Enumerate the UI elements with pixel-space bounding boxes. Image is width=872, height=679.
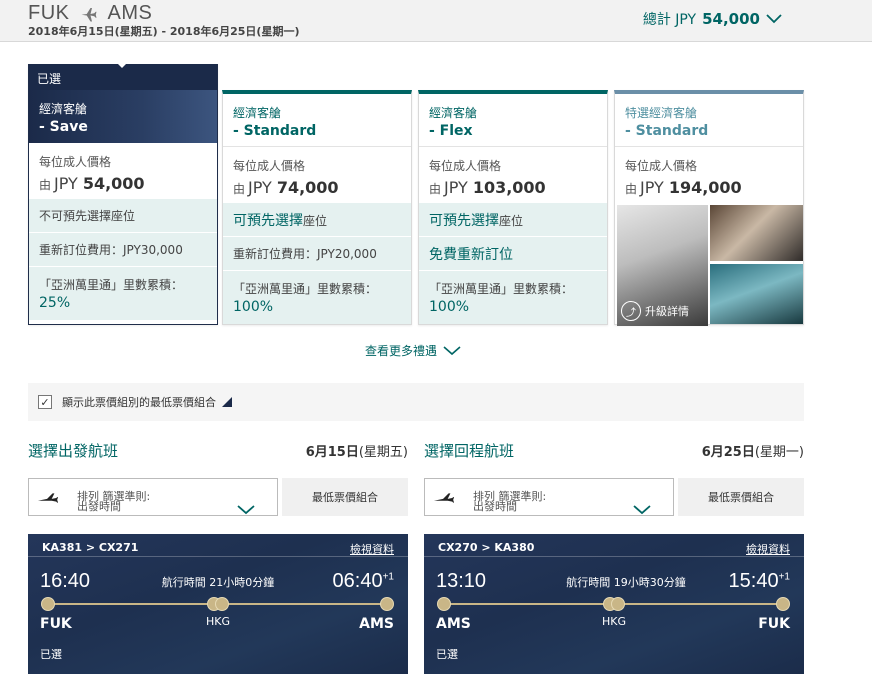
section-date: 6月25日(星期一) (701, 444, 804, 460)
origin-code: AMS (436, 616, 471, 632)
hub-code: HKG (205, 615, 230, 628)
total-price-toggle[interactable]: 總計 JPY 54,000 (643, 9, 782, 29)
chevron-down-icon (766, 14, 782, 24)
fare-price: 每位成人價格 由 JPY 194,000 (625, 159, 742, 197)
total-label: 總計 JPY (642, 12, 697, 28)
origin-dot (41, 597, 55, 611)
see-more-benefits-link[interactable]: 查看更多禮遇 (365, 342, 461, 359)
lowest-combo-filter: ✓ 顯示此票價組別的最低票價組合 (28, 383, 804, 421)
lowest-fare-combo-button[interactable]: 最低票價組合 (282, 478, 408, 516)
outbound-flight-section: 選擇出發航班 6月15日(星期五) 排列 篩選準則: 出發時間 最低票價組合 K… (28, 438, 408, 674)
sort-dropdown[interactable]: 排列 篩選準則: 出發時間 (28, 478, 278, 516)
sort-dropdown[interactable]: 排列 篩選準則: 出發時間 (424, 478, 674, 516)
origin-code: FUK (28, 2, 70, 24)
rebooking-fee-info: 重新訂位費用：JPY20,000 (223, 236, 411, 270)
destination-dot (776, 597, 790, 611)
inbound-flight-section: 選擇回程航班 6月25日(星期一) 排列 篩選準則: 出發時間 最低票價組合 C… (424, 438, 804, 674)
rebooking-fee-info: 重新訂位費用：JPY30,000 (29, 232, 217, 266)
fare-cabin: 經濟客艙 - Save (29, 90, 217, 143)
chevron-down-icon (443, 345, 461, 355)
arrival-time: 15:40+1 (728, 570, 790, 592)
lowest-fare-combo-button[interactable]: 最低票價組合 (678, 478, 804, 516)
chevron-down-icon (237, 505, 255, 515)
fare-card-economy-standard[interactable]: 經濟客艙 - Standard 每位成人價格 由 JPY 74,000 可預先選擇座… (222, 90, 412, 325)
fare-price: 每位成人價格 由 JPY 103,000 (429, 159, 546, 197)
origin-code: FUK (40, 616, 72, 632)
destination-code: FUK (758, 616, 790, 632)
section-title: 選擇回程航班 (424, 441, 515, 460)
seat-selection-info: 可預先選擇座位 (419, 202, 607, 236)
rebooking-fee-info: 免費重新訂位 (419, 236, 607, 270)
flight-card[interactable]: KA381 > CX271 檢視資料 16:40 航行時間 21小時0分鐘 06… (28, 534, 408, 674)
premium-cabin-photos: ⤴ 升級詳情 (615, 202, 803, 326)
seat-selection-info: 可預先選擇座位 (223, 202, 411, 236)
cabin-photo-seats (710, 264, 803, 324)
seat-upgrade-icon: ⤴ (621, 301, 641, 321)
flight-numbers: CX270 > KA380 (438, 541, 535, 554)
corner-triangle-icon (222, 397, 232, 407)
miles-accrual-info: 「亞洲萬里通」里數累積： 25% (29, 266, 217, 320)
hub-dot (611, 597, 625, 611)
fare-card-economy-save[interactable]: 已選 經濟客艙 - Save 每位成人價格 由 JPY 54,000 不可預先選擇座… (28, 63, 218, 325)
arrival-time: 06:40+1 (332, 570, 394, 592)
cabin-photo-meal (710, 205, 803, 261)
miles-accrual-info: 「亞洲萬里通」里數累積： 100% (223, 270, 411, 324)
fare-price: 每位成人價格 由 JPY 54,000 (39, 155, 145, 193)
fare-cabin: 特選經濟客艙 - Standard (615, 94, 803, 147)
trip-header: FUK AMS 2018年6月15日(星期五) - 2018年6月25日(星期一… (0, 0, 872, 42)
plane-icon (433, 493, 455, 503)
origin-dot (437, 597, 451, 611)
lowest-combo-checkbox[interactable]: ✓ (38, 395, 52, 409)
fare-cabin: 經濟客艙 - Standard (223, 94, 411, 147)
flight-numbers: KA381 > CX271 (42, 541, 139, 554)
seat-selection-info: 不可預先選擇座位 (29, 198, 217, 232)
route: FUK AMS (28, 2, 152, 25)
fare-cabin: 經濟客艙 - Flex (419, 94, 607, 147)
total-amount: 54,000 (702, 10, 760, 28)
selected-status: 已選 (436, 648, 458, 661)
miles-accrual-info: 「亞洲萬里通」里數累積： 100% (419, 270, 607, 324)
section-title: 選擇出發航班 (28, 441, 119, 460)
plane-icon (37, 493, 59, 503)
selected-tag: 已選 (29, 63, 217, 90)
fare-price: 每位成人價格 由 JPY 74,000 (233, 159, 339, 197)
lowest-combo-label: 顯示此票價組別的最低票價組合 (62, 396, 216, 409)
hub-code: HKG (601, 615, 626, 628)
upgrade-details-link[interactable]: ⤴ 升級詳情 (621, 301, 689, 321)
hub-dot (215, 597, 229, 611)
chevron-down-icon (633, 505, 651, 515)
destination-code: AMS (107, 2, 153, 24)
fare-card-premium-economy-standard[interactable]: 特選經濟客艙 - Standard 每位成人價格 由 JPY 194,000 ⤴ 升… (614, 90, 804, 326)
fare-card-economy-flex[interactable]: 經濟客艙 - Flex 每位成人價格 由 JPY 103,000 可預先選擇座位 免… (418, 90, 608, 325)
selected-status: 已選 (40, 648, 62, 661)
destination-code: AMS (359, 616, 394, 632)
view-details-link[interactable]: 檢視資料 (350, 541, 394, 557)
trip-dates: 2018年6月15日(星期五) - 2018年6月25日(星期一) (28, 25, 300, 38)
flight-card[interactable]: CX270 > KA380 檢視資料 13:10 航行時間 19小時30分鐘 1… (424, 534, 804, 674)
destination-dot (380, 597, 394, 611)
plane-icon (81, 7, 96, 21)
view-details-link[interactable]: 檢視資料 (746, 541, 790, 557)
section-date: 6月15日(星期五) (305, 444, 408, 460)
